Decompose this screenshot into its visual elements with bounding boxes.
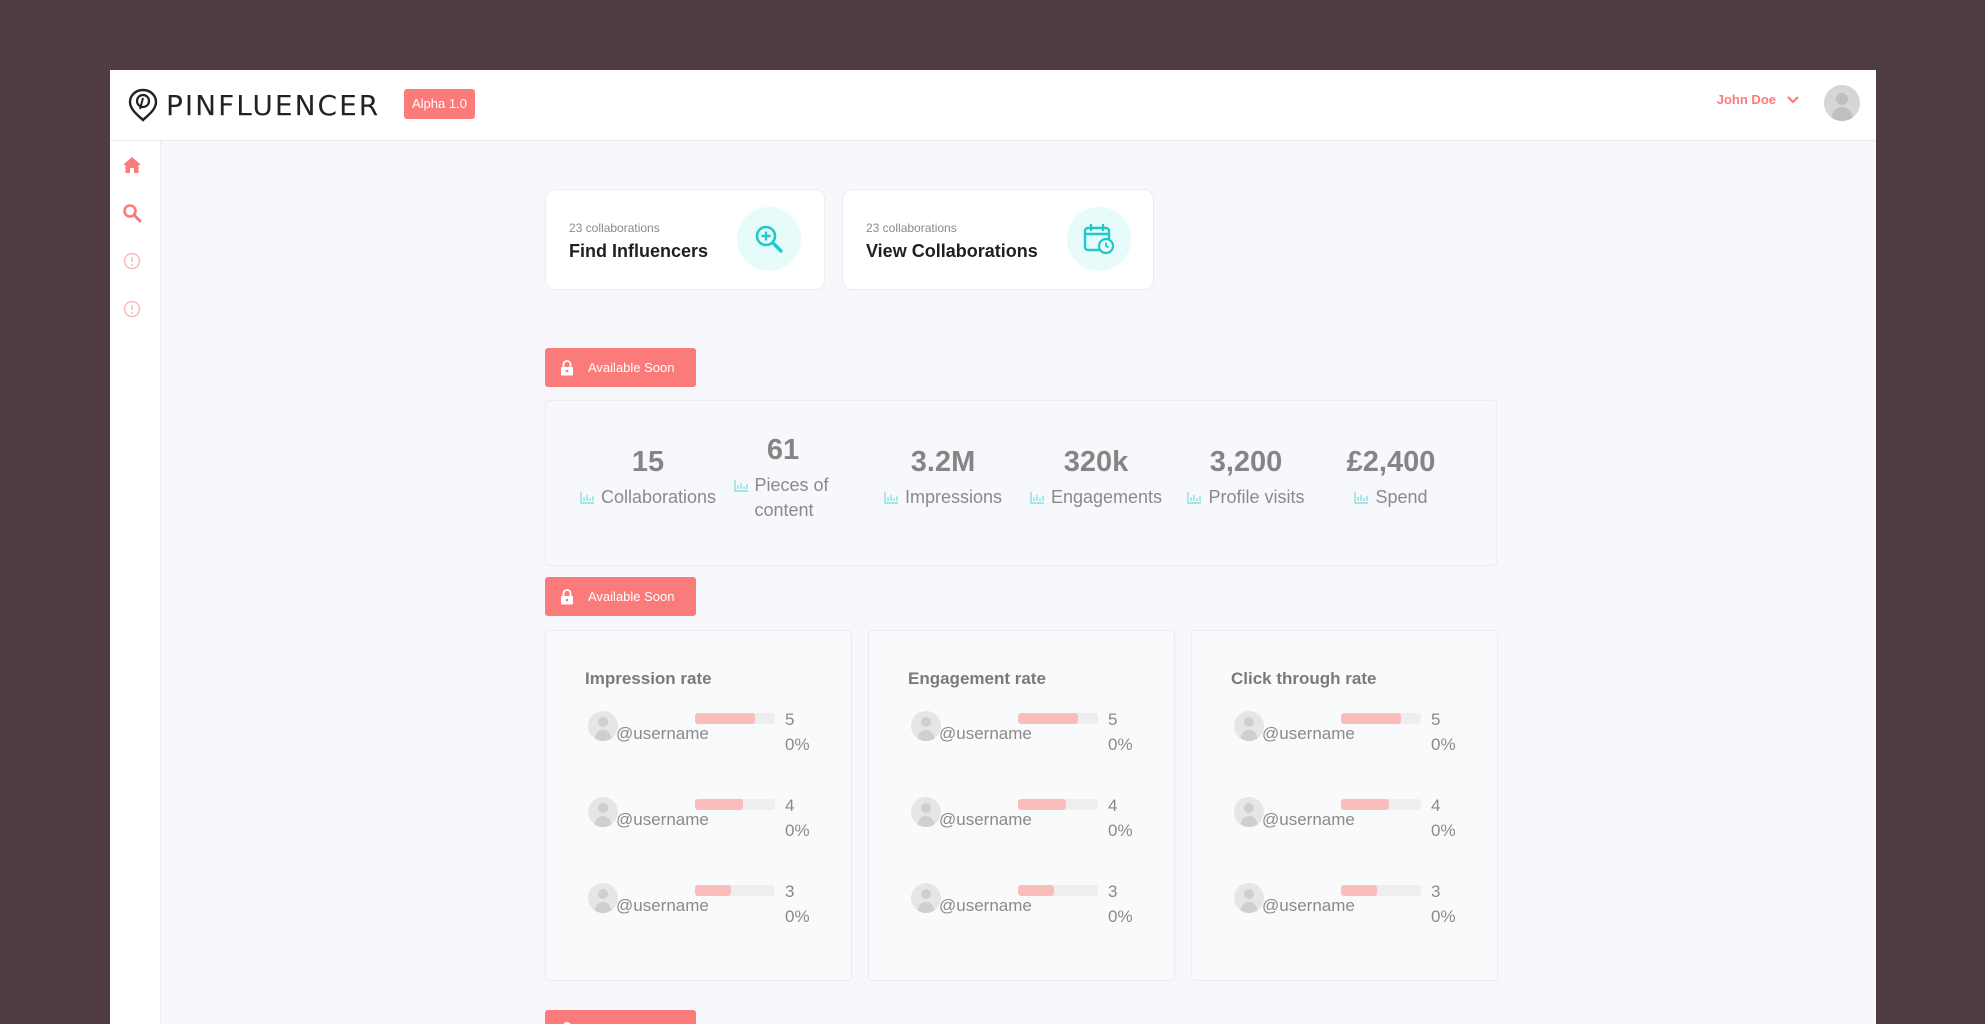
find-influencers-card[interactable]: 23 collaborations Find Influencers xyxy=(545,189,825,290)
pin-logo-icon xyxy=(128,88,158,122)
avatar xyxy=(1234,711,1264,741)
panel-title: Impression rate xyxy=(585,669,712,688)
available-soon-label: Available Soon xyxy=(588,589,675,604)
percent-label: 30% xyxy=(785,882,810,926)
stat-value: 320k xyxy=(1063,446,1129,478)
stat-label: Pieces of content xyxy=(754,475,829,520)
user-name: John Doe xyxy=(1716,92,1776,107)
user-avatar[interactable] xyxy=(1824,85,1860,121)
bar-chart-icon xyxy=(1187,492,1202,504)
app-window: PINFLUENCER Alpha 1.0 John Doe 23 collab… xyxy=(110,70,1876,1024)
stat-value: 61 xyxy=(766,434,800,466)
engagement-rate-panel: Engagement rate @username 50% @username … xyxy=(868,630,1175,981)
avatar xyxy=(1234,883,1264,913)
stat-value: 15 xyxy=(631,446,665,478)
avatar xyxy=(911,711,941,741)
avatar xyxy=(911,883,941,913)
stat-label: Engagements xyxy=(1050,487,1163,507)
username: @username xyxy=(1262,810,1355,829)
card-title: View Collaborations xyxy=(866,241,1038,261)
progress-bar xyxy=(695,799,775,810)
stat-collaborations: 15 Collaborations xyxy=(573,446,723,510)
click-through-rate-panel: Click through rate @username 50% @userna… xyxy=(1191,630,1498,981)
view-collaborations-card[interactable]: 23 collaborations View Collaborations xyxy=(842,189,1154,290)
avatar xyxy=(588,711,618,741)
bar-chart-icon xyxy=(733,480,748,492)
username: @username xyxy=(939,896,1032,915)
stat-profile-visits: 3,200 Profile visits xyxy=(1176,446,1316,510)
progress-bar xyxy=(695,713,775,724)
bar-chart-icon xyxy=(1354,492,1369,504)
stat-label: Profile visits xyxy=(1208,487,1305,507)
panel-title: Click through rate xyxy=(1231,669,1377,688)
progress-bar xyxy=(1341,885,1421,896)
percent-label: 30% xyxy=(1431,882,1456,926)
bar-chart-icon xyxy=(1030,492,1044,504)
info-icon[interactable] xyxy=(122,251,142,271)
zoom-in-icon xyxy=(737,207,801,271)
info-icon[interactable] xyxy=(122,299,142,319)
percent-label: 50% xyxy=(1108,710,1133,754)
card-subtitle: 23 collaborations xyxy=(866,221,957,235)
percent-label: 40% xyxy=(1108,796,1133,840)
avatar xyxy=(1234,797,1264,827)
chevron-down-icon xyxy=(1787,95,1799,104)
home-icon[interactable] xyxy=(122,155,142,175)
avatar-placeholder-icon xyxy=(1824,85,1860,121)
progress-bar xyxy=(1341,799,1421,810)
card-title: Find Influencers xyxy=(569,241,709,261)
stat-label: Spend xyxy=(1375,487,1428,507)
stat-label: Collaborations xyxy=(600,487,717,507)
stat-spend: £2,400 Spend xyxy=(1326,446,1456,510)
impression-rate-panel: Impression rate @username 50% @username … xyxy=(545,630,852,981)
user-menu[interactable]: John Doe xyxy=(1717,92,1800,107)
stat-engagements: 320k Engagements xyxy=(1021,446,1171,510)
avatar xyxy=(588,797,618,827)
progress-bar xyxy=(1018,885,1098,896)
search-icon[interactable] xyxy=(122,203,142,223)
stat-label: Impressions xyxy=(904,487,1003,507)
username: @username xyxy=(1262,724,1355,743)
stat-value: 3.2M xyxy=(910,446,976,478)
percent-label: 30% xyxy=(1108,882,1133,926)
stats-panel: 15 Collaborations 61 Pieces of content 3… xyxy=(545,400,1497,566)
available-soon-label: Available Soon xyxy=(588,360,675,375)
stat-pieces-of-content: 61 Pieces of content xyxy=(733,434,833,523)
username: @username xyxy=(939,724,1032,743)
lock-icon xyxy=(561,359,573,375)
percent-label: 50% xyxy=(1431,710,1456,754)
panel-title: Engagement rate xyxy=(908,669,1046,688)
progress-bar xyxy=(1018,713,1098,724)
username: @username xyxy=(616,810,709,829)
percent-label: 40% xyxy=(1431,796,1456,840)
top-bar: PINFLUENCER Alpha 1.0 John Doe xyxy=(110,70,1876,141)
progress-bar xyxy=(1341,713,1421,724)
logo[interactable]: PINFLUENCER xyxy=(128,86,380,124)
percent-label: 40% xyxy=(785,796,810,840)
stat-value: £2,400 xyxy=(1346,446,1436,478)
username: @username xyxy=(616,724,709,743)
available-soon-badge[interactable]: Available Soon xyxy=(545,348,696,387)
username: @username xyxy=(616,896,709,915)
username: @username xyxy=(939,810,1032,829)
progress-bar xyxy=(695,885,775,896)
version-badge: Alpha 1.0 xyxy=(404,89,475,119)
available-soon-badge[interactable]: Available Soon xyxy=(545,577,696,616)
progress-bar xyxy=(1018,799,1098,810)
sidebar xyxy=(110,141,161,1024)
avatar xyxy=(911,797,941,827)
lock-icon xyxy=(561,588,573,604)
stat-impressions: 3.2M Impressions xyxy=(873,446,1013,510)
brand-name: PINFLUENCER xyxy=(166,88,381,122)
avatar xyxy=(588,883,618,913)
card-subtitle: 23 collaborations xyxy=(569,221,660,235)
bar-chart-icon xyxy=(884,492,898,504)
percent-label: 50% xyxy=(785,710,810,754)
bar-chart-icon xyxy=(580,492,594,504)
stat-value: 3,200 xyxy=(1209,446,1283,478)
available-soon-badge[interactable]: Available Soon xyxy=(545,1010,696,1024)
calendar-clock-icon xyxy=(1067,207,1131,271)
username: @username xyxy=(1262,896,1355,915)
